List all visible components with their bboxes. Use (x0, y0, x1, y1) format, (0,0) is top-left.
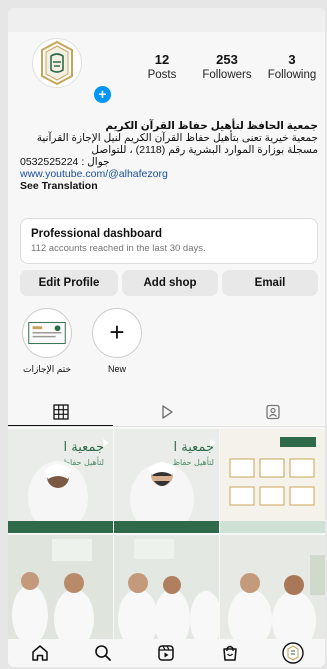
status-bar (8, 8, 325, 32)
new-highlight-label: New (107, 364, 126, 374)
post-caption: جمعية ا (64, 440, 104, 455)
edit-profile-button[interactable]: Edit Profile (20, 270, 118, 296)
tagged-icon (265, 404, 280, 420)
see-translation-link[interactable]: See Translation (20, 180, 318, 192)
new-highlight-circle: + (92, 308, 142, 358)
profile-icon (282, 642, 304, 664)
bio-line-2: مسجلة بوزارة الموارد البشرية رقم (2118) … (91, 144, 318, 156)
email-button[interactable]: Email (222, 270, 318, 296)
add-story-icon[interactable]: + (92, 84, 113, 105)
profile-bio: جمعية الحافظ لتأهيل حفاظ القرآن الكريم ج… (20, 120, 318, 192)
tab-tagged[interactable] (220, 398, 325, 426)
nav-shop[interactable] (216, 641, 244, 665)
followers-label: Followers (202, 69, 252, 81)
tab-grid[interactable] (8, 398, 113, 426)
add-shop-button[interactable]: Add shop (122, 270, 218, 296)
instagram-profile-screen: + 12 Posts 253 Followers 3 Following جمع… (8, 8, 325, 667)
search-icon (95, 645, 111, 661)
profile-name: جمعية الحافظ لتأهيل حفاظ القرآن الكريم (105, 120, 318, 132)
tab-reels[interactable] (114, 398, 219, 426)
posts-count: 12 (154, 52, 170, 67)
bio-phone: جوال : 0532525224 (20, 156, 110, 168)
highlight-item[interactable]: ختم الإجازات (20, 308, 74, 375)
bottom-navigation (8, 639, 325, 667)
new-highlight[interactable]: + New (90, 308, 144, 375)
post-image (114, 535, 219, 639)
post-thumbnail[interactable] (114, 535, 219, 639)
profile-tabs (8, 398, 325, 427)
profile-stats: 12 Posts 253 Followers 3 Following (132, 52, 322, 82)
professional-dashboard[interactable]: Professional dashboard 112 accounts reac… (20, 218, 318, 264)
post-image (8, 535, 113, 639)
nav-search[interactable] (89, 641, 117, 665)
grid-icon (52, 403, 69, 420)
shop-icon (223, 645, 237, 661)
bio-line-1: جمعية خيرية تعنى بتأهيل حفاظ القرآن الكر… (36, 132, 318, 144)
post-thumbnail[interactable]: جمعية ا لتأهيل حفاظ (8, 429, 113, 533)
post-thumbnail[interactable] (8, 535, 113, 639)
post-thumbnail[interactable] (220, 429, 325, 533)
stat-followers[interactable]: 253 Followers (197, 52, 257, 82)
following-label: Following (267, 69, 317, 81)
plus-icon: + (109, 317, 125, 347)
nav-home[interactable] (26, 641, 54, 665)
reels-icon (161, 405, 173, 419)
home-icon (31, 645, 48, 661)
post-image: جمعية ا لتأهيل حفاظ (8, 429, 113, 533)
post-subcaption: لتأهيل حفاظ (173, 456, 214, 467)
post-thumbnail[interactable]: جمعية ا لتأهيل حفاظ (114, 429, 219, 533)
stat-following[interactable]: 3 Following (262, 52, 322, 82)
following-count: 3 (288, 52, 296, 67)
stat-posts[interactable]: 12 Posts (132, 52, 192, 82)
followers-count: 253 (216, 52, 238, 67)
logo-icon (32, 38, 82, 88)
highlight-cover (22, 308, 72, 358)
profile-header: + 12 Posts 253 Followers 3 Following (8, 38, 325, 118)
post-image (220, 535, 325, 639)
dashboard-title: Professional dashboard (31, 228, 163, 240)
avatar[interactable]: + (32, 38, 113, 105)
posts-label: Posts (147, 69, 177, 81)
highlight-label: ختم الإجازات (22, 364, 72, 374)
post-thumbnail[interactable] (220, 535, 325, 639)
post-caption: جمعية ا (174, 440, 214, 455)
profile-link[interactable]: www.youtube.com/@alhafezorg (20, 168, 318, 180)
nav-reels[interactable] (152, 641, 180, 665)
dashboard-subtitle: 112 accounts reached in the last 30 days… (31, 243, 206, 254)
reels-icon (158, 645, 175, 661)
certificate-icon (28, 321, 66, 345)
post-image (220, 429, 325, 533)
post-image: جمعية ا لتأهيل حفاظ (114, 429, 219, 533)
story-highlights: ختم الإجازات + New (20, 308, 320, 380)
profile-actions: Edit Profile Add shop Email (20, 270, 318, 296)
posts-grid: جمعية ا لتأهيل حفاظ جمعية ا لتأهيل حفاظ (8, 429, 325, 639)
nav-profile[interactable] (279, 641, 307, 665)
